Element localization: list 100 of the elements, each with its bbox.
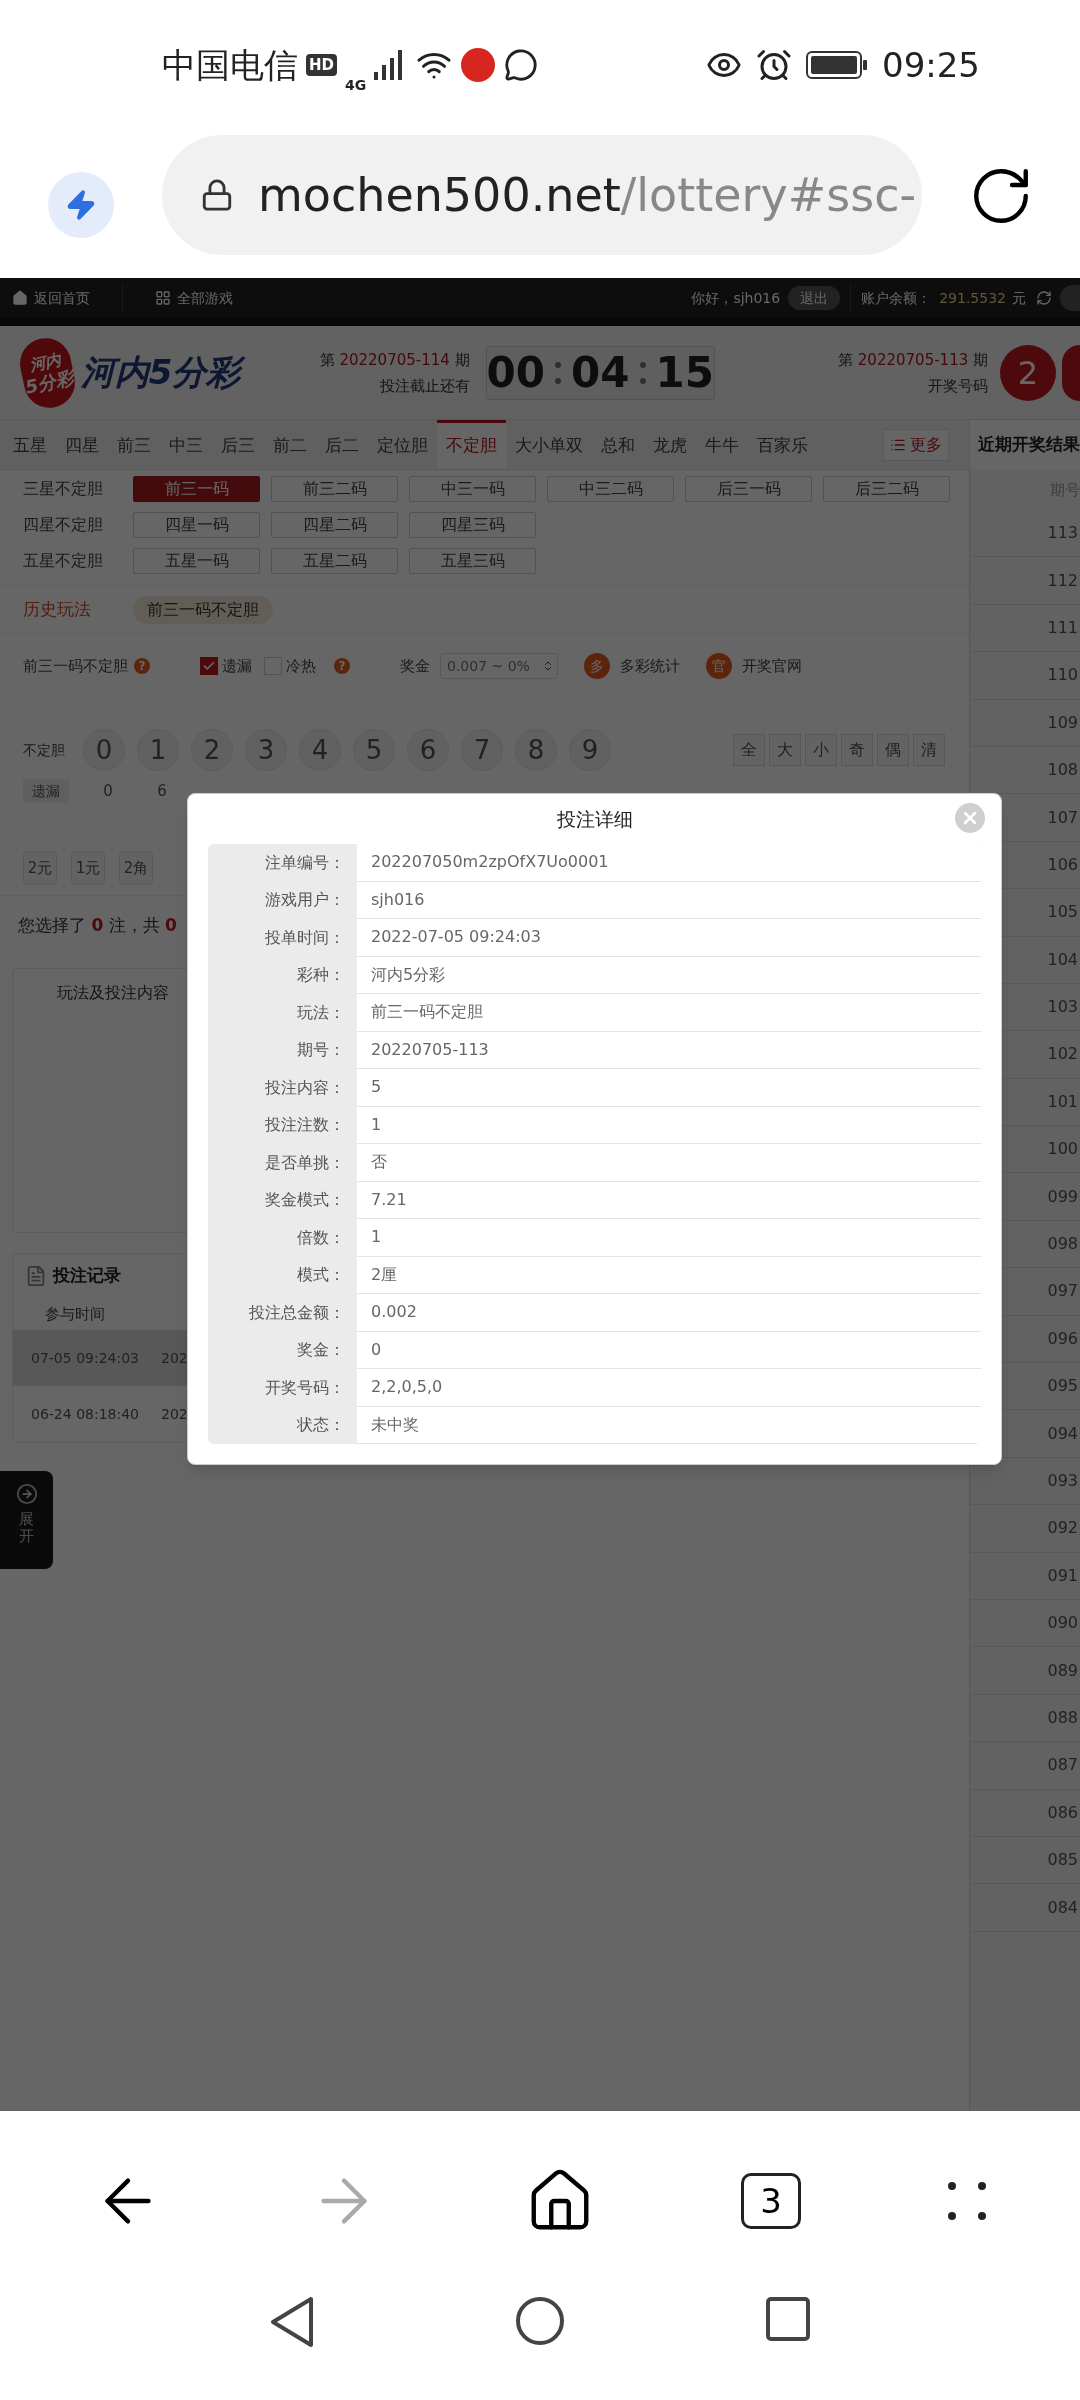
checkbox[interactable] [200,657,218,675]
quick-select-button[interactable]: 清 [913,734,945,766]
quick-select-button[interactable]: 奇 [841,734,873,766]
issue-number: 108 [1047,759,1078,782]
unit-button[interactable]: 2元 [23,851,57,885]
history-label: 历史玩法 [23,597,92,621]
stats-link[interactable]: 官 开奖官网 [706,653,802,679]
play-option[interactable]: 五星二码 [271,548,398,574]
play-name: 前三一码不定胆 [23,655,128,677]
field-label: 注单编号： [264,851,346,874]
group-label: 五星不定胆 [23,550,104,572]
field-label: 状态： [296,1414,346,1437]
quick-select-button[interactable]: 全 [733,734,765,766]
group-label: 三星不定胆 [23,478,104,500]
bonus-label: 奖金 [400,655,430,677]
game-tab[interactable]: 牛牛 [696,420,748,469]
issue-number: 111 [1047,616,1078,639]
game-tab[interactable]: 不定胆 [437,420,506,469]
quick-select-button[interactable]: 大 [769,734,801,766]
game-tab[interactable]: 定位胆 [368,420,437,469]
nav-link[interactable]: 返回首页 [0,287,102,309]
back-icon[interactable] [269,2296,315,2348]
game-tab[interactable]: 后二 [316,420,368,469]
field-value: 1 [357,1219,981,1257]
more-button[interactable]: 更多 [883,428,949,461]
field-label: 彩种： [296,964,346,987]
quick-select-button[interactable]: 小 [805,734,837,766]
play-option[interactable]: 五星一码 [133,548,260,574]
game-tab[interactable]: 总和 [592,420,644,469]
unit-button[interactable]: 2角 [119,851,153,885]
recents-icon[interactable] [765,2296,811,2342]
play-option[interactable]: 前三一码 [133,476,260,502]
issue-number: 092 [1047,1517,1078,1540]
game-tab[interactable]: 前二 [264,420,316,469]
play-option[interactable]: 前三二码 [271,476,398,502]
issue-number: 100 [1047,1138,1078,1161]
game-tab[interactable]: 百家乐 [748,420,817,469]
miss-count: 6 [156,780,168,802]
field-value: 202207050m2zpOfX7Uo0001 [357,844,981,882]
expand-tab[interactable]: 展开 [0,1471,53,1569]
logout-button[interactable]: 退出 [788,286,841,310]
play-option[interactable]: 中三二码 [547,476,674,502]
play-option[interactable]: 中三一码 [409,476,536,502]
alarm-icon [756,47,792,83]
link-badge: 官 [706,653,732,679]
lock-icon [200,178,234,212]
app-icon [460,47,497,83]
play-option[interactable]: 五星三码 [409,548,536,574]
stats-link[interactable]: 多 多彩统计 [584,653,680,679]
home-icon [12,290,28,306]
address-field[interactable]: mochen500.net/lottery#ssc- [162,135,922,255]
home-icon[interactable] [515,2296,565,2346]
history-chip[interactable]: 前三一码不定胆 [133,595,273,624]
play-option[interactable]: 后三二码 [823,476,950,502]
arrow-circle-icon [15,1483,38,1505]
play-option[interactable]: 四星三码 [409,512,536,538]
field-label: 投注总金额： [248,1301,346,1324]
check-icon [202,659,216,673]
game-tab[interactable]: 大小单双 [506,420,592,469]
quick-select-button[interactable]: 偶 [877,734,909,766]
issue-number: 107 [1047,806,1078,829]
issue-number: 099 [1047,1185,1078,1208]
balance-label: 账户余额： [861,288,932,308]
field-value: sjh016 [357,881,981,919]
checkbox-label: 冷热 [286,655,316,677]
miss-label: 遗漏 [23,779,69,803]
field-label: 投单时间： [264,926,346,949]
field-value: 否 [357,1144,981,1182]
issue-number: 098 [1047,1233,1078,1256]
battery-icon [806,50,868,80]
play-option[interactable]: 后三一码 [685,476,812,502]
link-label: 多彩统计 [620,655,680,677]
issue-number: 109 [1047,711,1078,734]
game-tab[interactable]: 四星 [56,420,108,469]
game-tab[interactable]: 五星 [4,420,56,469]
game-tab[interactable]: 龙虎 [644,420,696,469]
tab-count[interactable]: 3 [741,2173,801,2229]
balance-amount: 291.5532 [939,288,1006,308]
nav-link[interactable]: 全部游戏 [143,287,245,309]
chat-icon [504,48,539,82]
play-option[interactable]: 四星二码 [271,512,398,538]
link-label: 开奖官网 [742,655,802,677]
refresh-icon[interactable] [1036,290,1052,306]
issue-number: 101 [1047,1090,1078,1113]
panel-header: 玩法及投注内容 [56,982,170,1004]
play-option[interactable]: 四星一码 [133,512,260,538]
checkbox-label: 遗漏 [222,655,252,677]
issue-caption: 投注截止还有 [379,375,470,397]
field-label: 游戏用户： [264,889,346,912]
lottery-title: 河内5分彩 [80,347,320,398]
issue-number: 106 [1047,853,1078,876]
unit-button[interactable]: 1元 [71,851,105,885]
menu-icon[interactable] [947,2181,987,2221]
field-value: 前三一码不定胆 [357,994,981,1032]
link-badge: 多 [584,653,610,679]
currency-label: 元 [1012,288,1026,308]
field-label: 投注注数： [264,1114,346,1137]
network-type: 4G [345,75,367,95]
issue-number: 112 [1047,569,1078,592]
column-header: 参与时间 [45,1303,105,1325]
